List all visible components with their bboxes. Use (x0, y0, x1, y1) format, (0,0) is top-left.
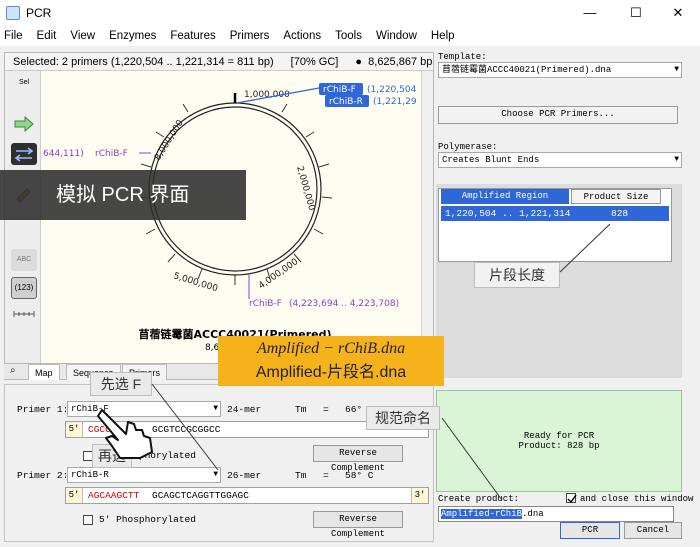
hand-cursor-icon (96, 400, 158, 463)
naming-pointer (441, 417, 503, 501)
fragment-length-pointer (559, 223, 611, 273)
annotation-lines (151, 223, 611, 501)
pointing-hand-icon (97, 409, 153, 459)
select-f-pointer (151, 383, 219, 471)
